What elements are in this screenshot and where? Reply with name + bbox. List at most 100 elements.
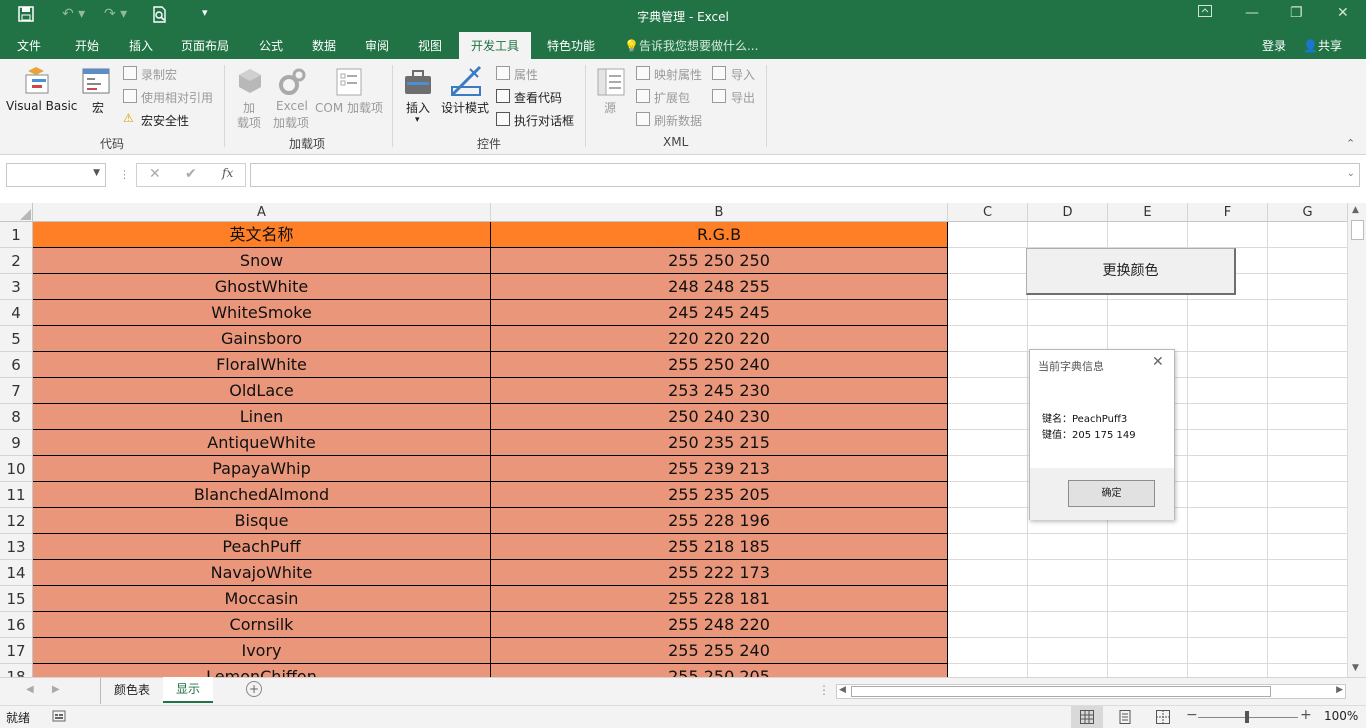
tab-review[interactable]: 审阅 [365, 37, 389, 54]
empty-cell[interactable] [948, 586, 1028, 612]
column-header-a[interactable]: A [33, 203, 491, 222]
empty-cell[interactable] [1268, 612, 1348, 638]
table-cell[interactable]: 255 250 205 [491, 664, 948, 677]
table-cell[interactable]: 220 220 220 [491, 326, 948, 352]
empty-cell[interactable] [1108, 664, 1188, 677]
empty-cell[interactable] [1268, 222, 1348, 248]
restore-icon[interactable]: ❐ [1290, 5, 1303, 21]
empty-cell[interactable] [1188, 404, 1268, 430]
row-header[interactable]: 15 [0, 586, 33, 612]
row-header[interactable]: 18 [0, 664, 33, 677]
zoom-slider-thumb[interactable] [1245, 711, 1249, 723]
table-cell[interactable]: Moccasin [33, 586, 491, 612]
empty-cell[interactable] [948, 274, 1028, 300]
view-code-button[interactable]: 查看代码 [514, 89, 562, 106]
table-cell[interactable]: 250 235 215 [491, 430, 948, 456]
empty-cell[interactable] [1268, 456, 1348, 482]
empty-cell[interactable] [1028, 586, 1108, 612]
empty-cell[interactable] [1268, 248, 1348, 274]
formula-input[interactable]: ⌄ [250, 163, 1360, 187]
empty-cell[interactable] [948, 352, 1028, 378]
dialog-close-icon[interactable]: ✕ [1152, 354, 1164, 370]
empty-cell[interactable] [948, 560, 1028, 586]
table-cell[interactable]: AntiqueWhite [33, 430, 491, 456]
name-box-dropdown-icon[interactable]: ▼ [93, 168, 100, 178]
table-cell[interactable]: 255 248 220 [491, 612, 948, 638]
empty-cell[interactable] [1188, 352, 1268, 378]
empty-cell[interactable] [1268, 534, 1348, 560]
tell-me-box[interactable]: 💡告诉我您想要做什么... [624, 37, 758, 54]
row-header[interactable]: 9 [0, 430, 33, 456]
table-cell[interactable]: Snow [33, 248, 491, 274]
table-cell[interactable]: Linen [33, 404, 491, 430]
empty-cell[interactable] [1188, 612, 1268, 638]
empty-cell[interactable] [948, 326, 1028, 352]
macro-record-status-icon[interactable] [52, 709, 66, 726]
empty-cell[interactable] [1188, 222, 1268, 248]
scroll-up-icon[interactable]: ▲ [1352, 205, 1359, 215]
table-cell[interactable]: WhiteSmoke [33, 300, 491, 326]
empty-cell[interactable] [1188, 638, 1268, 664]
empty-cell[interactable] [948, 456, 1028, 482]
table-cell[interactable]: PeachPuff [33, 534, 491, 560]
empty-cell[interactable] [1268, 482, 1348, 508]
ribbon-display-icon[interactable] [1198, 5, 1212, 21]
import-button[interactable]: 导入 [731, 66, 755, 83]
design-mode-button[interactable]: 设计模式 [441, 99, 489, 116]
row-header[interactable]: 13 [0, 534, 33, 560]
name-box[interactable]: ▼ [6, 163, 106, 187]
empty-cell[interactable] [1108, 300, 1188, 326]
page-layout-view-icon[interactable] [1118, 710, 1132, 727]
visual-basic-button[interactable]: Visual Basic [6, 99, 77, 113]
excel-addins-icon[interactable] [277, 67, 307, 97]
empty-cell[interactable] [1028, 664, 1108, 677]
cancel-icon[interactable]: ✕ [149, 166, 161, 182]
excel-addins-label-1[interactable]: Excel [276, 99, 308, 113]
empty-cell[interactable] [948, 378, 1028, 404]
table-cell[interactable]: 255 228 181 [491, 586, 948, 612]
empty-cell[interactable] [948, 482, 1028, 508]
empty-cell[interactable] [1268, 508, 1348, 534]
scroll-down-icon[interactable]: ▼ [1352, 663, 1359, 673]
row-header[interactable]: 1 [0, 222, 33, 248]
add-sheet-icon[interactable]: + [246, 681, 262, 697]
expansion-packs-button[interactable]: 扩展包 [654, 89, 690, 106]
table-cell[interactable]: Ivory [33, 638, 491, 664]
table-cell[interactable]: 255 222 173 [491, 560, 948, 586]
map-properties-button[interactable]: 映射属性 [654, 66, 702, 83]
tab-formulas[interactable]: 公式 [259, 37, 283, 54]
table-cell[interactable]: 255 250 240 [491, 352, 948, 378]
empty-cell[interactable] [1028, 534, 1108, 560]
login-link[interactable]: 登录 [1262, 37, 1286, 54]
empty-cell[interactable] [1028, 612, 1108, 638]
empty-cell[interactable] [1188, 326, 1268, 352]
row-header[interactable]: 6 [0, 352, 33, 378]
page-break-view-icon[interactable] [1156, 710, 1170, 727]
table-cell[interactable]: 250 240 230 [491, 404, 948, 430]
table-cell[interactable]: FloralWhite [33, 352, 491, 378]
com-addins-icon[interactable] [335, 67, 365, 97]
vertical-scrollbar[interactable]: ▲ ▼ [1348, 203, 1366, 677]
empty-cell[interactable] [948, 664, 1028, 677]
empty-cell[interactable] [1108, 612, 1188, 638]
table-cell[interactable]: Bisque [33, 508, 491, 534]
split-handle-icon[interactable]: ⋮ [818, 683, 830, 697]
empty-cell[interactable] [1268, 560, 1348, 586]
empty-cell[interactable] [1268, 664, 1348, 677]
table-cell[interactable]: 245 245 245 [491, 300, 948, 326]
macros-icon[interactable] [82, 67, 112, 97]
excel-addins-label-2[interactable]: 加载项 [273, 114, 309, 131]
addins-label-2[interactable]: 载项 [237, 114, 261, 131]
tab-file[interactable]: 文件 [17, 37, 41, 54]
empty-cell[interactable] [1268, 404, 1348, 430]
empty-cell[interactable] [1188, 300, 1268, 326]
run-dialog-button[interactable]: 执行对话框 [514, 112, 574, 129]
table-cell[interactable]: 248 248 255 [491, 274, 948, 300]
close-icon[interactable]: ✕ [1337, 5, 1349, 21]
xml-source-icon[interactable] [596, 67, 626, 97]
table-cell[interactable]: 255 228 196 [491, 508, 948, 534]
tab-special[interactable]: 特色功能 [547, 37, 595, 54]
properties-button[interactable]: 属性 [514, 66, 538, 83]
table-cell[interactable]: 255 235 205 [491, 482, 948, 508]
zoom-in-icon[interactable]: + [1300, 707, 1312, 723]
